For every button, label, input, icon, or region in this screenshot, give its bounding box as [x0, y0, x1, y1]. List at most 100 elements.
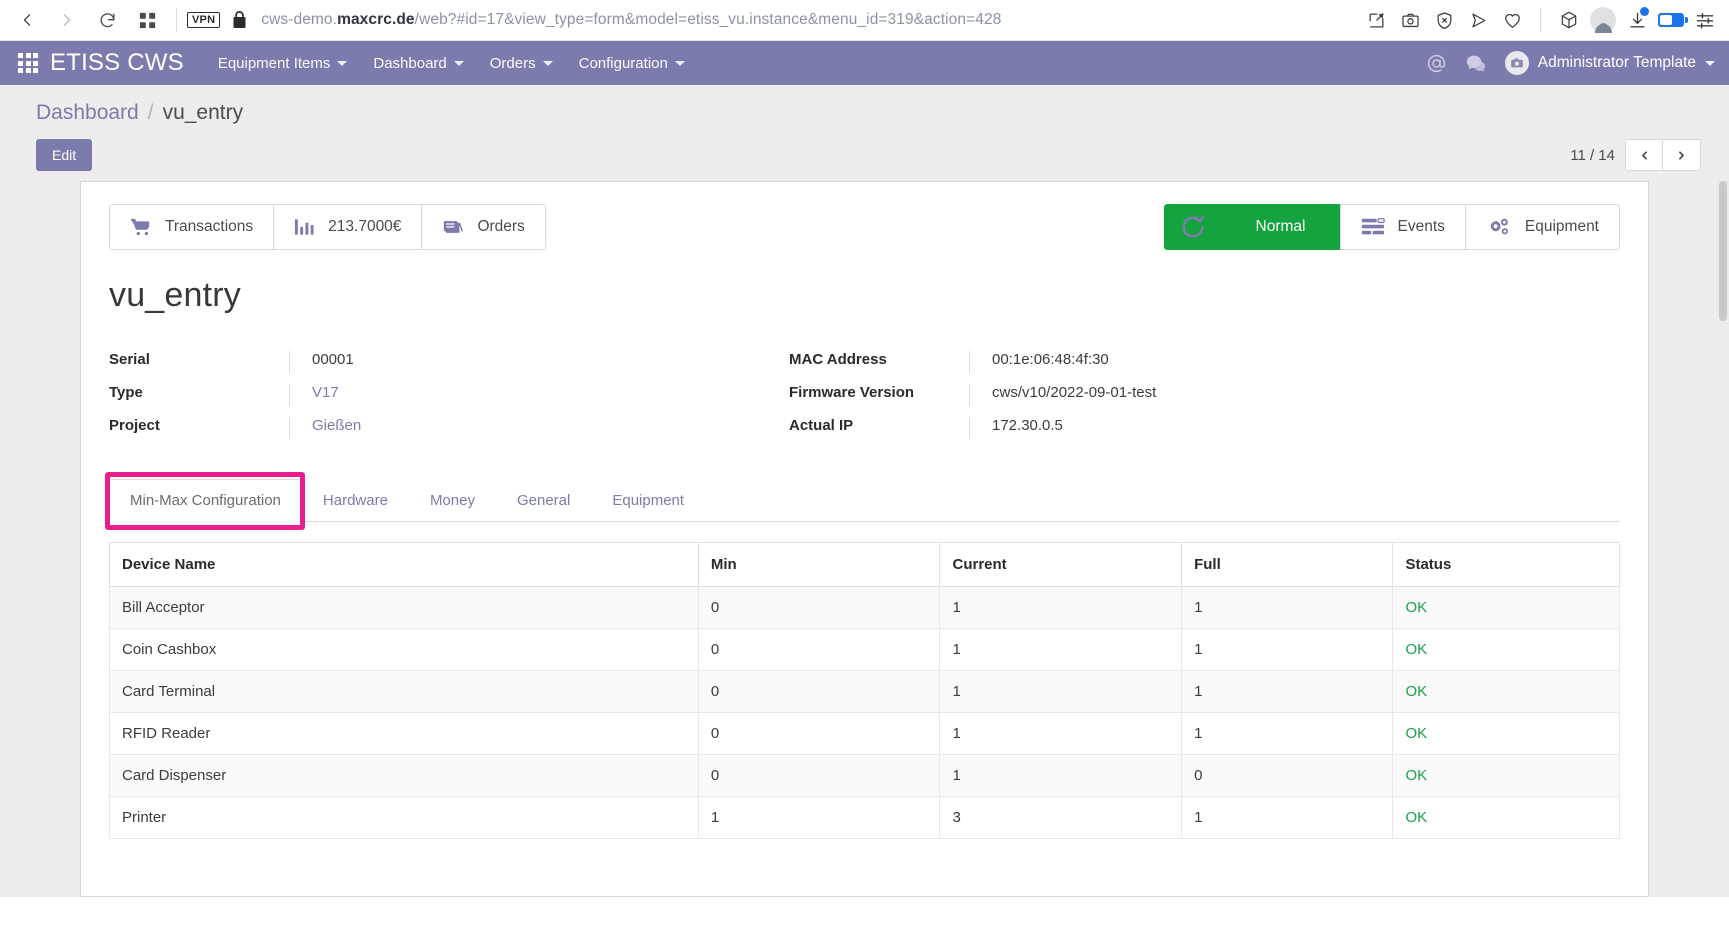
- edit-pin-icon[interactable]: [1360, 4, 1392, 36]
- cell-full: 0: [1181, 754, 1394, 797]
- refresh-glyph: [1181, 215, 1204, 238]
- field-value: 00:1e:06:48:4f:30: [969, 351, 1620, 373]
- chat-bubble-icon[interactable]: [1465, 52, 1487, 74]
- cell-device-name: Card Terminal: [109, 670, 699, 713]
- field-value[interactable]: Gießen: [289, 417, 789, 439]
- cell-status: OK: [1392, 754, 1620, 797]
- vpn-badge[interactable]: VPN: [187, 12, 221, 28]
- back-button[interactable]: [8, 3, 46, 37]
- form-view-background: Transactions 213.7000€ Orders Normal Eve…: [0, 181, 1729, 897]
- cell-min: 0: [697, 628, 941, 671]
- screenshot-camera-icon[interactable]: [1394, 4, 1426, 36]
- pager-buttons: [1625, 139, 1701, 171]
- refresh-status-button[interactable]: [1163, 204, 1221, 250]
- transactions-button[interactable]: Transactions: [109, 204, 274, 250]
- page-scrollbar[interactable]: [1719, 181, 1727, 897]
- field-value: 00001: [289, 351, 789, 373]
- padlock-icon[interactable]: [232, 11, 247, 29]
- table-row[interactable]: RFID Reader 0 1 1 OK: [109, 712, 1620, 755]
- bar-chart-glyph: [295, 219, 314, 235]
- list-lines-icon: [1361, 217, 1385, 238]
- reload-icon: [100, 12, 115, 27]
- stat-buttons-right: Normal Events Equipment: [1163, 204, 1620, 250]
- column-header-current[interactable]: Current: [939, 542, 1183, 587]
- chevron-left-icon: [23, 14, 31, 26]
- table-row[interactable]: Card Terminal 0 1 1 OK: [109, 670, 1620, 713]
- table-row[interactable]: Card Dispenser 0 1 0 OK: [109, 754, 1620, 797]
- column-header-device-name[interactable]: Device Name: [109, 542, 699, 587]
- profile-avatar-icon[interactable]: [1587, 4, 1619, 36]
- field-value[interactable]: V17: [289, 384, 789, 406]
- menu-equipment-items[interactable]: Equipment Items: [218, 55, 348, 72]
- table-row[interactable]: Printer 1 3 1 OK: [109, 796, 1620, 839]
- grid-tabs-icon: [139, 12, 155, 28]
- stat-buttons-left: Transactions 213.7000€ Orders: [109, 204, 546, 250]
- sliders-glyph: [1696, 13, 1714, 29]
- field-serial: Serial 00001: [109, 351, 789, 373]
- menu-configuration[interactable]: Configuration: [579, 55, 685, 72]
- cube-icon[interactable]: [1553, 4, 1585, 36]
- breadcrumb-dashboard[interactable]: Dashboard: [36, 101, 139, 125]
- send-icon[interactable]: [1462, 4, 1494, 36]
- gears-glyph: [1490, 218, 1508, 235]
- tab-overview-button[interactable]: [128, 3, 166, 37]
- menu-orders[interactable]: Orders: [490, 55, 553, 72]
- breadcrumb: Dashboard / vu_entry: [28, 101, 1701, 125]
- avatar-glyph: [1510, 58, 1523, 68]
- menu-label: Equipment Items: [217, 54, 331, 72]
- orders-button[interactable]: Orders: [421, 204, 546, 250]
- url-prefix: cws-demo.: [261, 11, 338, 28]
- send-glyph: [1471, 13, 1485, 27]
- control-panel-row: Edit 11 / 14: [28, 139, 1701, 171]
- gears-icon: [1486, 216, 1512, 238]
- heart-icon[interactable]: [1496, 4, 1528, 36]
- column-header-full[interactable]: Full: [1181, 542, 1394, 587]
- app-navbar: ETISS CWS Equipment Items Dashboard Orde…: [0, 41, 1729, 85]
- at-mention-icon[interactable]: [1426, 53, 1447, 74]
- column-header-status[interactable]: Status: [1392, 542, 1620, 587]
- table-body: Bill Acceptor 0 1 1 OK Coin Cashbox 0 1 …: [109, 586, 1620, 839]
- equipment-button[interactable]: Equipment: [1464, 204, 1620, 250]
- notebook-tabs: Min-Max Configuration Hardware Money Gen…: [105, 472, 1620, 530]
- column-header-min[interactable]: Min: [697, 542, 941, 587]
- table-row[interactable]: Bill Acceptor 0 1 1 OK: [109, 586, 1620, 629]
- navbar-right: Administrator Template: [1426, 51, 1715, 75]
- reload-button[interactable]: [88, 3, 126, 37]
- tab-hardware[interactable]: Hardware: [302, 479, 409, 522]
- avatar: [1590, 7, 1616, 33]
- settings-sliders-icon[interactable]: [1689, 4, 1721, 36]
- forward-button[interactable]: [48, 3, 86, 37]
- pager-next-button[interactable]: [1663, 139, 1701, 171]
- battery-icon[interactable]: [1655, 4, 1688, 36]
- cell-device-name: Coin Cashbox: [109, 628, 699, 671]
- edit-button[interactable]: Edit: [36, 139, 93, 171]
- app-brand[interactable]: ETISS CWS: [50, 49, 184, 77]
- amount-button[interactable]: 213.7000€: [273, 204, 422, 250]
- toolbar-divider: [176, 8, 177, 32]
- cell-device-name: RFID Reader: [109, 712, 699, 755]
- events-button[interactable]: Events: [1339, 204, 1465, 250]
- menu-dashboard[interactable]: Dashboard: [373, 55, 464, 72]
- chevron-down-icon: [1705, 60, 1715, 66]
- tab-equipment[interactable]: Equipment: [591, 479, 705, 522]
- shield-block-icon[interactable]: [1428, 4, 1460, 36]
- tab-money[interactable]: Money: [409, 479, 496, 522]
- book-orders-icon: [442, 217, 464, 237]
- status-normal-button[interactable]: Normal: [1220, 204, 1340, 250]
- chevron-right-icon: [1679, 150, 1684, 160]
- tab-min-max-configuration[interactable]: Min-Max Configuration: [109, 479, 302, 522]
- stat-label: Normal: [1255, 218, 1306, 235]
- address-bar-url[interactable]: cws-demo.maxcrc.de/web?#id=17&view_type=…: [261, 11, 1001, 29]
- scrollbar-thumb[interactable]: [1719, 181, 1727, 321]
- stat-button-row: Transactions 213.7000€ Orders Normal Eve…: [109, 204, 1620, 250]
- table-row[interactable]: Coin Cashbox 0 1 1 OK: [109, 628, 1620, 671]
- pager-previous-button[interactable]: [1625, 139, 1663, 171]
- tab-general[interactable]: General: [496, 479, 591, 522]
- field-value: 172.30.0.5: [969, 417, 1620, 439]
- downloads-icon[interactable]: [1621, 4, 1653, 36]
- cell-status: OK: [1392, 796, 1620, 839]
- stat-label: Orders: [477, 218, 525, 235]
- shopping-cart-icon: [130, 217, 152, 237]
- user-menu[interactable]: Administrator Template: [1504, 51, 1715, 75]
- apps-grid-icon[interactable]: [18, 53, 38, 73]
